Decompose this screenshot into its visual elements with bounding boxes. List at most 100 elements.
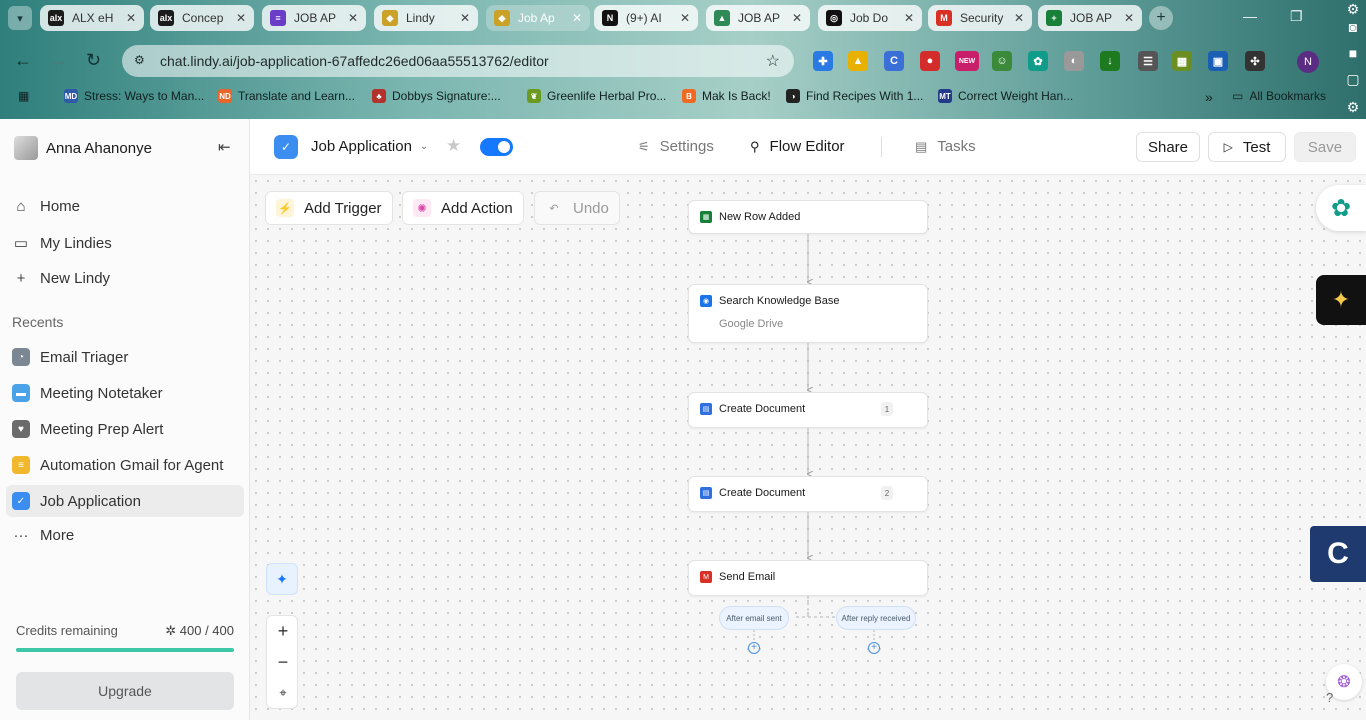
add-action-button[interactable]: ✺ Add Action (402, 191, 524, 225)
bookmark-item[interactable]: ❦ Greenlife Herbal Pro... (527, 89, 666, 103)
flow-node[interactable]: ◉ Search Knowledge Base Google Drive (688, 284, 928, 343)
sidebar-item-home[interactable]: ⌂ Home (12, 198, 80, 215)
bookmark-item[interactable]: ♣ Dobbys Signature:... (372, 89, 501, 103)
tab-flow-editor[interactable]: ⚲ Flow Editor (750, 138, 845, 155)
bookmark-item[interactable]: ◑ Find Recipes With 1... (786, 89, 923, 103)
browser-tab[interactable]: ▲ JOB AP ✕ (706, 5, 810, 31)
address-bar[interactable]: ⚙ chat.lindy.ai/job-application-67affedc… (122, 45, 794, 77)
branch-after-reply-received[interactable]: After reply received (836, 606, 916, 630)
profile-avatar[interactable]: N (1297, 51, 1319, 73)
close-icon[interactable]: ✕ (572, 11, 582, 25)
favorite-star-icon[interactable]: ★ (446, 136, 461, 156)
extension-icon[interactable]: NEW (955, 51, 979, 71)
bookmark-item[interactable]: B Mak Is Back! (682, 89, 771, 103)
close-icon[interactable]: ✕ (1124, 11, 1134, 25)
upgrade-button[interactable]: Upgrade (16, 672, 234, 710)
flow-node[interactable]: ▦ New Row Added (688, 200, 928, 234)
recent-item[interactable]: ♥ Meeting Prep Alert (6, 413, 244, 445)
browser-tab[interactable]: + JOB AP ✕ (1038, 5, 1142, 31)
browser-tab[interactable]: alx ALX eH ✕ (40, 5, 144, 31)
extension-icon[interactable]: ▦ (1172, 51, 1192, 71)
bookmark-item[interactable]: ND Translate and Learn... (218, 89, 355, 103)
restore-icon[interactable]: ❐ (1290, 8, 1303, 25)
extension-icon[interactable]: ☰ (1138, 51, 1158, 71)
extension-icon[interactable]: ▲ (848, 51, 868, 71)
zoom-out-icon[interactable]: − (267, 647, 299, 677)
flow-canvas[interactable]: ⚡ Add Trigger ✺ Add Action ↶ Undo ▦ New R… (250, 175, 1366, 720)
close-icon[interactable]: ✕ (236, 11, 246, 25)
browser-tab[interactable]: ≡ JOB AP ✕ (262, 5, 366, 31)
help-icon[interactable]: ? (1326, 690, 1333, 705)
agent-title-dropdown[interactable]: Job Application ⌄ (311, 138, 428, 155)
settings-icon[interactable]: ⚙ (1342, 0, 1364, 18)
auto-layout-wand-icon[interactable]: ✦ (266, 563, 298, 595)
extension-icon[interactable]: ▣ (1208, 51, 1228, 71)
window-icon[interactable]: ▢ (1342, 70, 1364, 88)
flow-node[interactable]: M Send Email (688, 560, 928, 596)
bookmark-item[interactable]: MT Correct Weight Han... (938, 89, 1073, 103)
bookmarks-overflow-icon[interactable]: » (1205, 89, 1213, 105)
close-icon[interactable]: ✕ (460, 11, 470, 25)
site-info-icon[interactable]: ⚙ (134, 53, 150, 69)
extension-icon[interactable]: C (884, 51, 904, 71)
video-icon[interactable]: ■ (1342, 44, 1364, 62)
browser-tab[interactable]: ◎ Job Do ✕ (818, 5, 922, 31)
camera-icon[interactable]: ◙ (1342, 18, 1364, 36)
test-button[interactable]: ▷ Test (1208, 132, 1286, 162)
reload-icon[interactable]: ↻ (86, 50, 101, 71)
sidebar-item-new-lindy[interactable]: + New Lindy (12, 270, 110, 287)
close-icon[interactable]: ✕ (792, 11, 802, 25)
chatgpt-widget-icon[interactable]: ✿ (1316, 185, 1366, 231)
minimize-icon[interactable]: — (1243, 8, 1257, 24)
add-step-plus-icon[interactable]: + (868, 642, 880, 654)
bookmark-item[interactable]: MD Stress: Ways to Man... (64, 89, 204, 103)
browser-tab[interactable]: ◆ Lindy ✕ (374, 5, 478, 31)
c-widget-icon[interactable]: C (1310, 526, 1366, 582)
ai-sparkle-widget-icon[interactable]: ✦ (1316, 275, 1366, 325)
recent-item[interactable]: ✓ Job Application (6, 485, 244, 517)
tab-search-chevron-icon[interactable]: ▾ (8, 6, 32, 30)
bookmark-star-icon[interactable]: ☆ (766, 51, 780, 71)
browser-tab[interactable]: M Security ✕ (928, 5, 1032, 31)
browser-tab[interactable]: ◆ Job Ap ✕ (486, 5, 590, 31)
user-profile[interactable]: Anna Ahanonye (14, 136, 152, 160)
apps-grid-icon[interactable]: ▦ (18, 89, 29, 103)
extension-icon[interactable]: ☺ (992, 51, 1012, 71)
recent-item[interactable]: ▬ Meeting Notetaker (6, 377, 244, 409)
tab-settings[interactable]: ⚟ Settings (638, 138, 714, 155)
add-trigger-button[interactable]: ⚡ Add Trigger (265, 191, 393, 225)
close-icon[interactable]: ✕ (1014, 11, 1024, 25)
flow-node[interactable]: ▤ Create Document 1 (688, 392, 928, 428)
browser-tab[interactable]: alx Concep ✕ (150, 5, 254, 31)
collapse-sidebar-icon[interactable]: ⇤ (218, 138, 231, 156)
extension-icon[interactable]: ● (920, 51, 940, 71)
add-step-plus-icon[interactable]: + (748, 642, 760, 654)
share-button[interactable]: Share (1136, 132, 1200, 162)
browser-tab[interactable]: N (9+) AI ✕ (594, 5, 698, 31)
recent-item[interactable]: ≡ Automation Gmail for Agent (6, 449, 244, 481)
back-arrow-icon[interactable]: ← (14, 50, 32, 71)
sidebar-item-my-lindies[interactable]: ▭ My Lindies (12, 234, 112, 253)
fit-view-icon[interactable]: ⌖ (267, 678, 299, 708)
tab-tasks[interactable]: ▤ Tasks (915, 138, 976, 155)
zoom-in-icon[interactable]: + (267, 616, 299, 646)
extension-icon[interactable]: ↓ (1100, 51, 1120, 71)
forward-arrow-icon[interactable]: → (50, 50, 68, 71)
extension-icon[interactable]: ✣ (1245, 51, 1265, 71)
all-bookmarks-button[interactable]: ▭ All Bookmarks (1232, 89, 1340, 103)
close-icon[interactable]: ✕ (680, 11, 690, 25)
close-icon[interactable]: ✕ (126, 11, 136, 25)
new-tab-button[interactable]: + (1149, 6, 1173, 30)
branch-after-email-sent[interactable]: After email sent (719, 606, 789, 630)
undo-button[interactable]: ↶ Undo (534, 191, 620, 225)
extension-icon[interactable]: ◐ (1064, 51, 1084, 71)
save-button[interactable]: Save (1294, 132, 1356, 162)
agent-enabled-toggle[interactable] (480, 138, 513, 156)
flow-node[interactable]: ▤ Create Document 2 (688, 476, 928, 512)
close-icon[interactable]: ✕ (348, 11, 358, 25)
gear-icon[interactable]: ⚙ (1342, 98, 1364, 116)
extension-icon[interactable]: ✿ (1028, 51, 1048, 71)
extension-icon[interactable]: ✚ (813, 51, 833, 71)
more-button[interactable]: ··· More (12, 527, 75, 544)
recent-item[interactable]: ◔ Email Triager (6, 341, 244, 373)
